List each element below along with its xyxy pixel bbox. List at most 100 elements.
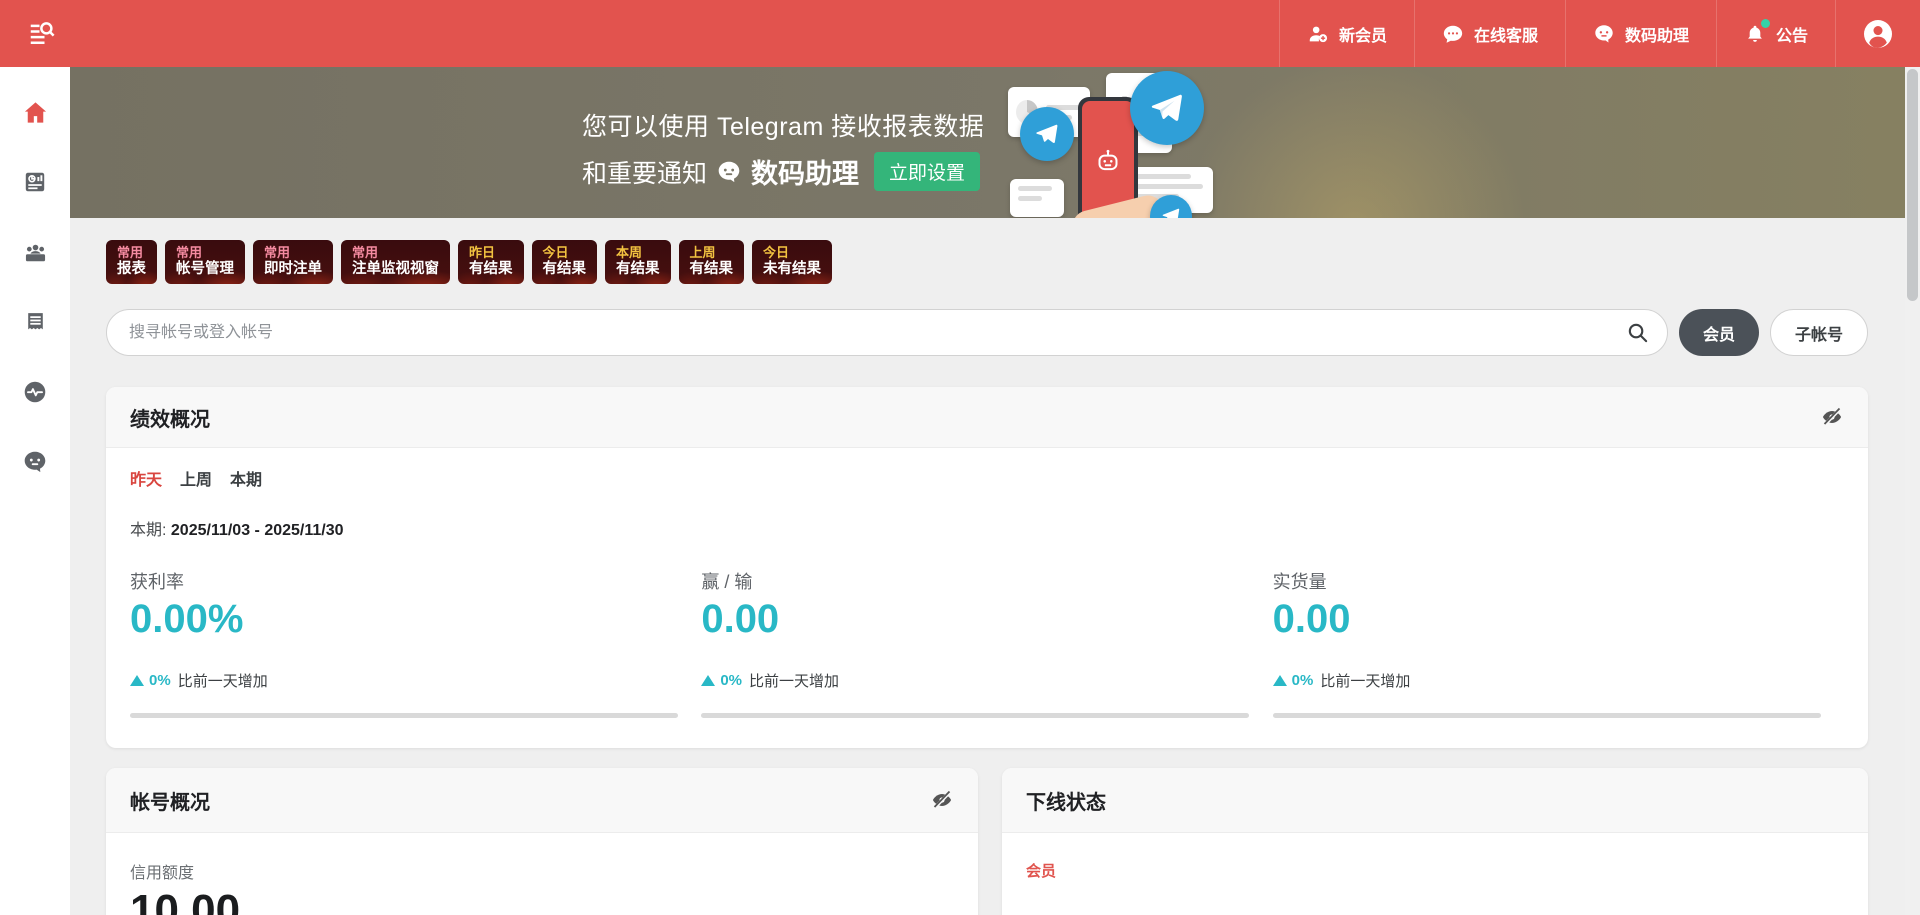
subaccount-filter-button[interactable]: 子帐号 bbox=[1770, 309, 1868, 356]
banner-line-2: 和重要通知 数码助理 立即设置 bbox=[582, 152, 984, 191]
telegram-icon bbox=[1020, 107, 1074, 161]
tag-top: 常用 bbox=[352, 245, 439, 260]
performance-card: 绩效概况 昨天 上周 本期 bbox=[106, 387, 1868, 748]
eye-off-icon[interactable] bbox=[930, 788, 954, 812]
quick-tag-live-bets[interactable]: 常用 即时注单 bbox=[253, 240, 333, 284]
sidebar bbox=[0, 67, 70, 915]
metric-delta: 0% 比前一天增加 bbox=[1273, 670, 1844, 691]
period-value: 2025/11/03 - 2025/11/30 bbox=[171, 522, 344, 539]
tab-this-period[interactable]: 本期 bbox=[230, 466, 262, 490]
delta-text: 比前一天增加 bbox=[178, 670, 268, 691]
quick-tag-bet-monitor[interactable]: 常用 注单监视视窗 bbox=[341, 240, 450, 284]
tag-top: 常用 bbox=[264, 245, 322, 260]
quick-tag-reports[interactable]: 常用 报表 bbox=[106, 240, 157, 284]
bell-icon bbox=[1744, 23, 1766, 45]
metric-label: 实货量 bbox=[1273, 568, 1844, 594]
banner-line-1: 您可以使用 Telegram 接收报表数据 bbox=[582, 107, 984, 143]
sidebar-item-assistant[interactable] bbox=[13, 440, 57, 484]
member-filter-button[interactable]: 会员 bbox=[1679, 309, 1759, 356]
tag-bottom: 有结果 bbox=[543, 261, 587, 278]
sidebar-item-accounts[interactable] bbox=[13, 230, 57, 274]
downline-title: 下线状态 bbox=[1026, 786, 1106, 815]
quick-tag-today-no-results[interactable]: 今日 未有结果 bbox=[752, 240, 832, 284]
menu-search-icon[interactable] bbox=[20, 12, 64, 56]
delta-pct: 0% bbox=[1292, 672, 1314, 689]
up-triangle-icon bbox=[1273, 675, 1287, 686]
nav-label: 新会员 bbox=[1339, 22, 1387, 46]
menu-search-glyph bbox=[27, 19, 57, 49]
telegram-icon bbox=[1130, 71, 1204, 145]
metric-label: 赢 / 输 bbox=[701, 568, 1272, 594]
bot-icon bbox=[716, 159, 742, 185]
delta-pct: 0% bbox=[149, 672, 171, 689]
metric-win-loss: 赢 / 输 0.00 0% 比前一天增加 bbox=[701, 568, 1272, 718]
downline-card-header: 下线状态 bbox=[1002, 768, 1868, 833]
nav-label: 在线客服 bbox=[1474, 22, 1538, 46]
sidebar-item-reports[interactable] bbox=[13, 160, 57, 204]
avatar-icon bbox=[1862, 18, 1894, 50]
sidebar-item-home[interactable] bbox=[13, 90, 57, 134]
tag-top: 昨日 bbox=[469, 245, 513, 260]
eye-off-icon[interactable] bbox=[1820, 405, 1844, 429]
nav-item-online-service[interactable]: 在线客服 bbox=[1414, 0, 1565, 67]
tag-top: 今日 bbox=[543, 245, 587, 260]
metric-value: 0.00 bbox=[701, 597, 1272, 641]
search-box bbox=[106, 309, 1668, 356]
downline-status-card: 下线状态 会员 bbox=[1002, 768, 1868, 915]
assistant-icon bbox=[22, 449, 48, 475]
quick-tag-today-results[interactable]: 今日 有结果 bbox=[532, 240, 598, 284]
banner-art-card-small bbox=[1010, 179, 1064, 217]
tag-bottom: 注单监视视窗 bbox=[352, 261, 439, 278]
tab-yesterday[interactable]: 昨天 bbox=[130, 466, 162, 490]
tag-top: 今日 bbox=[763, 245, 821, 260]
search-icon[interactable] bbox=[1626, 321, 1649, 349]
sidebar-item-orders[interactable] bbox=[13, 300, 57, 344]
quick-tag-thisweek-results[interactable]: 本周 有结果 bbox=[605, 240, 671, 284]
performance-tabs: 昨天 上周 本期 bbox=[130, 466, 1844, 490]
metric-value: 0.00% bbox=[130, 597, 701, 641]
scrollbar-thumb[interactable] bbox=[1907, 69, 1918, 301]
tag-bottom: 即时注单 bbox=[264, 261, 322, 278]
user-avatar[interactable] bbox=[1835, 0, 1920, 67]
delta-pct: 0% bbox=[720, 672, 742, 689]
tag-bottom: 有结果 bbox=[690, 261, 734, 278]
metrics-row: 获利率 0.00% 0% 比前一天增加 赢 / 输 0.00 bbox=[130, 568, 1844, 718]
home-icon bbox=[22, 99, 49, 126]
nav-item-digital-assistant[interactable]: 数码助理 bbox=[1565, 0, 1716, 67]
scrollbar-track[interactable] bbox=[1905, 67, 1920, 915]
app-root: 新会员 在线客服 bbox=[0, 0, 1920, 915]
banner-line-2-prefix: 和重要通知 bbox=[582, 154, 707, 190]
nav-item-new-member[interactable]: 新会员 bbox=[1279, 0, 1414, 67]
credit-limit-value: 10.00 bbox=[130, 888, 954, 915]
tag-top: 上周 bbox=[690, 245, 734, 260]
quick-tag-account-mgmt[interactable]: 常用 帐号管理 bbox=[165, 240, 245, 284]
content: 常用 报表 常用 帐号管理 常用 即时注单 常用 注单监视视窗 昨日 有结果 bbox=[70, 218, 1905, 915]
search-input[interactable] bbox=[106, 309, 1668, 356]
metric-label: 获利率 bbox=[130, 568, 701, 594]
nav-item-announcements[interactable]: 公告 bbox=[1716, 0, 1835, 67]
robot-face-icon bbox=[1091, 145, 1125, 179]
main-area: 您可以使用 Telegram 接收报表数据 和重要通知 数码助理 立即设置 bbox=[70, 67, 1905, 915]
downline-member-label[interactable]: 会员 bbox=[1026, 863, 1056, 880]
account-overview-card: 帐号概况 信用额度 10.00 bbox=[106, 768, 978, 915]
activity-icon bbox=[22, 379, 48, 405]
bot-icon bbox=[1593, 23, 1615, 45]
nav-label: 数码助理 bbox=[1625, 22, 1689, 46]
tab-last-week[interactable]: 上周 bbox=[180, 466, 212, 490]
credit-limit-label: 信用额度 bbox=[130, 859, 954, 883]
metric-turnover: 实货量 0.00 0% 比前一天增加 bbox=[1273, 568, 1844, 718]
performance-card-header: 绩效概况 bbox=[106, 387, 1868, 448]
tag-top: 常用 bbox=[117, 245, 146, 260]
account-card-header: 帐号概况 bbox=[106, 768, 978, 833]
top-bar-left bbox=[0, 0, 64, 67]
banner-bot-name: 数码助理 bbox=[751, 152, 859, 191]
quick-tag-lastweek-results[interactable]: 上周 有结果 bbox=[679, 240, 745, 284]
quick-tag-yesterday-results[interactable]: 昨日 有结果 bbox=[458, 240, 524, 284]
metric-progress-bar bbox=[701, 713, 1249, 718]
setup-now-button[interactable]: 立即设置 bbox=[874, 152, 980, 191]
up-triangle-icon bbox=[701, 675, 715, 686]
tag-top: 常用 bbox=[176, 245, 234, 260]
sidebar-item-activity[interactable] bbox=[13, 370, 57, 414]
metric-progress-bar bbox=[1273, 713, 1821, 718]
orders-icon bbox=[23, 310, 48, 335]
